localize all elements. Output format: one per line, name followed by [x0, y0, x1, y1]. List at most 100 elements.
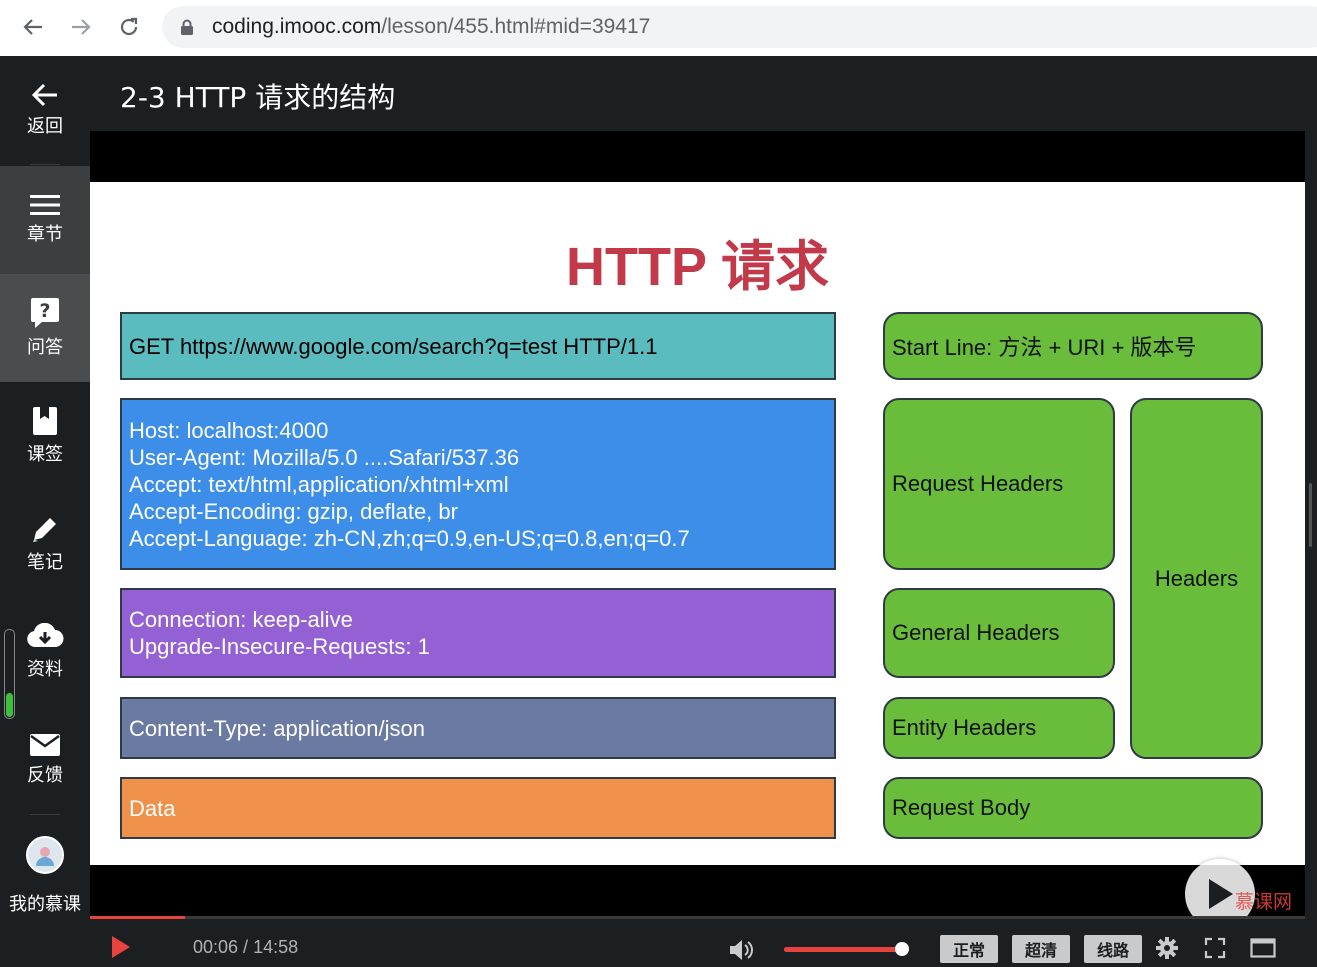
sidebar-item-qa[interactable]: ? 问答: [0, 274, 90, 382]
header-line: Accept-Language: zh-CN,zh;q=0.9,en-US;q=…: [129, 525, 690, 551]
url-host: coding.imooc.com: [212, 15, 382, 38]
sidebar-item-label: 课签: [27, 444, 63, 465]
arrow-right-icon: [72, 19, 91, 35]
settings-button[interactable]: [1156, 937, 1178, 963]
entity-headers-box: Content-Type: application/json: [120, 697, 836, 759]
my-mooc-label: 我的慕课: [9, 894, 81, 915]
sidebar-item-label: 资料: [27, 659, 63, 680]
request-body-label: Request Body: [892, 795, 1031, 820]
address-bar[interactable]: coding.imooc.com/lesson/455.html#mid=394…: [162, 6, 1317, 48]
entity-header-text: Content-Type: application/json: [129, 715, 425, 741]
sidebar-divider: [30, 814, 60, 815]
data-text: Data: [129, 795, 176, 821]
reload-button[interactable]: [112, 10, 146, 44]
avatar: [26, 836, 64, 874]
sidebar-item-materials[interactable]: 资料: [0, 598, 90, 706]
url-path: /lesson/455.html#mid=39417: [381, 15, 651, 38]
request-line-box: GET https://www.google.com/search?q=test…: [120, 312, 836, 380]
menu-icon: [30, 195, 60, 215]
reload-icon: [120, 17, 138, 36]
request-body-label-box: Request Body: [883, 777, 1263, 839]
headers-label-box: Headers: [1130, 398, 1263, 759]
play-icon: [1209, 879, 1233, 909]
sidebar: 返回 章节 ? 问答 课签 笔记 资料 反馈 我的慕课: [0, 56, 90, 967]
header-line: Accept: text/html,application/xhtml+xml: [129, 471, 509, 497]
request-line-text: GET https://www.google.com/search?q=test…: [129, 333, 658, 359]
sidebar-item-chapters[interactable]: 章节: [0, 166, 90, 274]
forward-button[interactable]: [64, 10, 98, 44]
slide-frame: HTTP 请求 GET https://www.google.com/searc…: [90, 182, 1305, 929]
right-scroll-strip: [1305, 131, 1317, 967]
time-display: 00:06 / 14:58: [193, 937, 298, 958]
data-box: Data: [120, 777, 836, 839]
header-line: Accept-Encoding: gzip, deflate, br: [129, 498, 458, 524]
watermark-text: 慕课网: [1235, 891, 1293, 913]
my-mooc-link[interactable]: 我的慕课: [0, 836, 90, 916]
start-line-label: Start Line: 方法 + URI + 版本号: [892, 335, 1197, 360]
browser-toolbar: coding.imooc.com/lesson/455.html#mid=394…: [0, 0, 1317, 56]
request-headers-label-box: Request Headers: [883, 398, 1115, 570]
current-time: 00:06: [193, 937, 239, 957]
start-line-label-box: Start Line: 方法 + URI + 版本号: [883, 312, 1263, 380]
pencil-icon: [33, 518, 56, 542]
play-button[interactable]: [110, 934, 132, 964]
sidebar-item-bookmark[interactable]: 课签: [0, 382, 90, 490]
video-player[interactable]: HTTP 请求 GET https://www.google.com/searc…: [90, 131, 1305, 929]
volume-button[interactable]: [728, 938, 754, 966]
header-line: Host: localhost:4000: [129, 417, 329, 443]
entity-headers-label-box: Entity Headers: [883, 697, 1115, 759]
bookmark-icon: [33, 407, 57, 435]
page-title: 2-3 HTTP 请求的结构: [120, 81, 396, 114]
speaker-icon: [730, 940, 753, 960]
header-line: User-Agent: Mozilla/5.0 ....Safari/537.3…: [129, 444, 520, 470]
seek-bar[interactable]: [90, 916, 1305, 919]
window-fullscreen-icon: [1250, 938, 1276, 958]
sidebar-item-back[interactable]: 返回: [0, 56, 90, 164]
mail-icon: [30, 734, 60, 756]
sidebar-item-label: 反馈: [27, 765, 63, 786]
back-button[interactable]: [16, 10, 50, 44]
request-headers-box: Host: localhost:4000 User-Agent: Mozilla…: [120, 398, 836, 570]
general-headers-box: Connection: keep-alive Upgrade-Insecure-…: [120, 588, 836, 678]
url-text: coding.imooc.com/lesson/455.html#mid=394…: [212, 15, 650, 39]
volume-knob[interactable]: [894, 942, 909, 956]
web-fullscreen-button[interactable]: [1204, 937, 1226, 963]
header-line: Connection: keep-alive: [129, 607, 353, 632]
entity-headers-label: Entity Headers: [892, 715, 1037, 740]
fullscreen-button[interactable]: [1250, 937, 1276, 963]
lesson-header: 2-3 HTTP 请求的结构: [90, 56, 1317, 131]
slide-title: HTTP 请求: [565, 237, 829, 297]
sidebar-divider: [30, 164, 60, 165]
arrow-left-icon: [23, 19, 42, 35]
volume-level: [784, 947, 902, 952]
sidebar-item-notes[interactable]: 笔记: [0, 490, 90, 598]
header-line: Upgrade-Insecure-Requests: 1: [129, 634, 430, 659]
sidebar-item-label: 问答: [27, 337, 63, 358]
sidebar-item-label: 返回: [27, 116, 63, 137]
general-headers-label: General Headers: [892, 620, 1060, 645]
question-icon: ?: [31, 298, 59, 328]
fullscreen-corners-icon: [1204, 937, 1226, 959]
headers-label: Headers: [1154, 565, 1239, 591]
route-button[interactable]: 线路: [1084, 935, 1142, 963]
cloud-download-icon: [27, 623, 64, 647]
sidebar-item-label: 笔记: [27, 552, 63, 573]
volume-slider[interactable]: [784, 942, 909, 956]
gear-icon: [1156, 937, 1178, 959]
sidebar-item-feedback[interactable]: 反馈: [0, 706, 90, 814]
time-separator: /: [238, 937, 254, 957]
quality-hd-button[interactable]: 超清: [1012, 935, 1070, 963]
lock-icon: [181, 19, 193, 35]
resize-handle[interactable]: [1309, 483, 1312, 547]
duration: 14:58: [253, 937, 299, 957]
svg-text:?: ?: [39, 300, 50, 322]
player-controls: 00:06 / 14:58 正常 超清 线路: [90, 916, 1305, 967]
quality-normal-button[interactable]: 正常: [940, 935, 998, 963]
back-arrow-icon: [31, 83, 57, 107]
seek-bar-played: [90, 916, 185, 919]
play-icon: [112, 936, 130, 958]
sidebar-item-label: 章节: [27, 224, 63, 245]
request-headers-label: Request Headers: [892, 471, 1064, 496]
avatar-image-icon: [36, 847, 54, 866]
general-headers-label-box: General Headers: [883, 588, 1115, 678]
